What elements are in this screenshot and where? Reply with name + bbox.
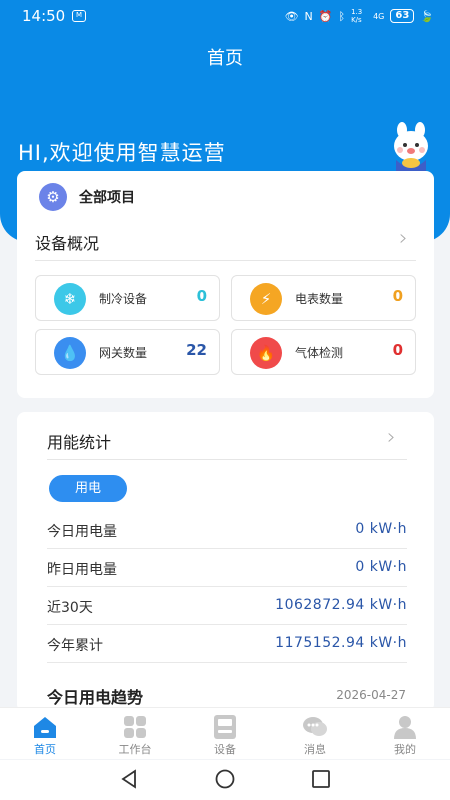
stat-row: 昨日用电量 0 kW·h bbox=[47, 549, 407, 587]
stat-row: 今日用电量 0 kW·h bbox=[47, 511, 407, 549]
tab-label: 消息 bbox=[304, 743, 326, 756]
chevron-right-icon[interactable]: › bbox=[387, 425, 396, 450]
stat-row: 近30天 1062872.94 kW·h bbox=[47, 587, 407, 625]
tab-label: 工作台 bbox=[118, 743, 152, 756]
recents-icon[interactable] bbox=[310, 768, 332, 790]
tile-cooling-devices[interactable]: ❄ 制冷设备 0 bbox=[35, 275, 220, 321]
system-nav-bar bbox=[0, 760, 450, 800]
device-icon bbox=[214, 715, 236, 739]
chat-icon bbox=[303, 717, 327, 736]
status-time: 14:50 bbox=[22, 7, 66, 25]
tile-value: 22 bbox=[186, 341, 207, 359]
user-icon bbox=[394, 716, 416, 739]
message-notification-icon: M bbox=[72, 10, 86, 22]
mascot-icon bbox=[394, 122, 428, 174]
alarm-icon: ⏰ bbox=[318, 9, 333, 23]
tab-label: 设备 bbox=[214, 743, 236, 756]
stat-value: 1062872.94 kW·h bbox=[275, 597, 407, 613]
status-bar: 14:50 M 👁 N ⏰ ᛒ 1.3 K/s 4G 63 🍃 bbox=[0, 0, 450, 32]
trend-date[interactable]: 2026-04-27 bbox=[336, 688, 406, 702]
divider bbox=[47, 459, 407, 460]
tile-label: 网关数量 bbox=[99, 346, 148, 360]
bluetooth-icon: ᛒ bbox=[338, 9, 346, 23]
stat-row: 今年累计 1175152.94 kW·h bbox=[47, 625, 407, 663]
tab-profile[interactable]: 我的 bbox=[360, 708, 450, 759]
home-nav-icon[interactable] bbox=[214, 768, 236, 790]
tab-electricity[interactable]: 用电 bbox=[49, 475, 127, 502]
tile-gas-detection[interactable]: 🔥 气体检测 0 bbox=[231, 329, 416, 375]
tab-messages[interactable]: 消息 bbox=[270, 708, 360, 759]
project-selector[interactable]: ⚙ 全部项目 bbox=[39, 183, 135, 211]
stat-value: 0 kW·h bbox=[355, 521, 407, 537]
tab-label: 我的 bbox=[394, 743, 416, 756]
page-title: 首页 bbox=[207, 48, 243, 69]
leaf-icon: 🍃 bbox=[420, 9, 434, 23]
nfc-icon: N bbox=[304, 9, 313, 23]
tile-gateway-count[interactable]: 💧 网关数量 22 bbox=[35, 329, 220, 375]
trend-title: 今日用电趋势 bbox=[47, 688, 144, 707]
tile-label: 制冷设备 bbox=[99, 292, 148, 306]
lightning-icon: ⚡ bbox=[250, 283, 282, 315]
stat-label: 昨日用电量 bbox=[47, 562, 117, 578]
project-label: 全部项目 bbox=[79, 190, 135, 206]
energy-title: 用能统计 bbox=[47, 433, 112, 452]
stat-label: 近30天 bbox=[47, 600, 93, 616]
tab-devices[interactable]: 设备 bbox=[180, 708, 270, 759]
back-icon[interactable] bbox=[118, 768, 140, 790]
stat-label: 今日用电量 bbox=[47, 524, 117, 540]
device-overview-title: 设备概况 bbox=[35, 234, 100, 253]
divider bbox=[35, 260, 416, 261]
tile-label: 气体检测 bbox=[295, 346, 344, 360]
greeting-text: HI,欢迎使用智慧运营 bbox=[18, 141, 226, 165]
signal-4g: 4G bbox=[373, 11, 385, 21]
tab-home[interactable]: 首页 bbox=[0, 708, 90, 759]
tile-value: 0 bbox=[196, 287, 207, 305]
tile-label: 电表数量 bbox=[295, 292, 344, 306]
home-icon bbox=[34, 717, 56, 738]
status-right: 👁 N ⏰ ᛒ 1.3 K/s 4G 63 🍃 bbox=[285, 8, 434, 24]
flame-icon: 🔥 bbox=[250, 337, 282, 369]
snowflake-icon: ❄ bbox=[54, 283, 86, 315]
droplet-icon: 💧 bbox=[54, 337, 86, 369]
gear-icon: ⚙ bbox=[39, 183, 67, 211]
bottom-tab-bar: 首页 工作台 设备 消息 我的 bbox=[0, 707, 450, 759]
eye-icon: 👁 bbox=[284, 9, 299, 23]
tab-workbench[interactable]: 工作台 bbox=[90, 708, 180, 759]
tile-value: 0 bbox=[392, 341, 403, 359]
tile-value: 0 bbox=[392, 287, 403, 305]
tab-label: 首页 bbox=[34, 743, 56, 756]
chevron-right-icon[interactable]: › bbox=[399, 226, 408, 251]
device-overview-card: ⚙ 全部项目 设备概况 › ❄ 制冷设备 0 ⚡ 电表数量 0 💧 网关数量 2… bbox=[17, 171, 434, 398]
network-speed: 1.3 K/s bbox=[351, 8, 363, 24]
battery-level: 63 bbox=[390, 9, 415, 23]
tile-meter-count[interactable]: ⚡ 电表数量 0 bbox=[231, 275, 416, 321]
energy-stats-card: 用能统计 › 用电 今日用电量 0 kW·h 昨日用电量 0 kW·h 近30天… bbox=[17, 412, 434, 712]
stat-label: 今年累计 bbox=[47, 638, 103, 654]
stat-value: 0 kW·h bbox=[355, 559, 407, 575]
grid-icon bbox=[124, 716, 146, 738]
stat-value: 1175152.94 kW·h bbox=[275, 635, 407, 651]
